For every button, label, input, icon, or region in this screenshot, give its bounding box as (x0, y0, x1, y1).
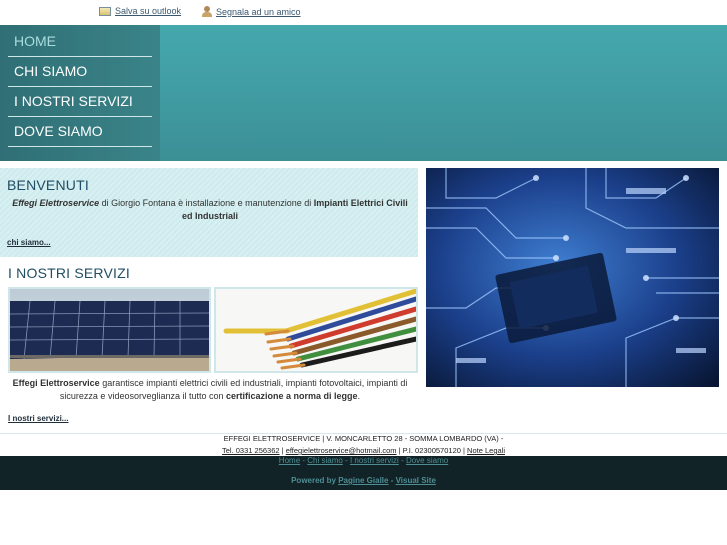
servizi-link[interactable]: I nostri servizi... (8, 414, 68, 423)
footer-tel-link[interactable]: Tel. 0331 256362 (222, 446, 280, 455)
welcome-title: BENVENUTI (7, 177, 89, 193)
save-outlook-label: Salva su outlook (115, 6, 182, 16)
main-nav: HOME CHI SIAMO I NOSTRI SERVIZI DOVE SIA… (0, 25, 160, 161)
footer-powered: Powered by Pagine Gialle - Visual Site (0, 476, 727, 485)
services-company: Effegi Elettroservice (12, 378, 100, 388)
footer-nav: Home - Chi siamo - I nostri servizi - Do… (0, 456, 727, 465)
tell-a-friend-link[interactable]: Segnala ad un amico (202, 6, 301, 17)
friend-icon (202, 6, 212, 17)
services-title: I NOSTRI SERVIZI (8, 265, 130, 281)
footer-address: EFFEGI ELETTROSERVICE | V. MONCARLETTO 2… (223, 434, 504, 443)
footer-link-home[interactable]: Home (279, 456, 300, 465)
save-outlook-link[interactable]: Salva su outlook (99, 6, 181, 16)
footer-email-link[interactable]: effegielettroservice@hotmail.com (286, 446, 397, 455)
services-text-2: . (357, 391, 361, 401)
welcome-text: Effegi Elettroservice di Giorgio Fontana… (10, 197, 410, 223)
footer-legal-link[interactable]: Note Legali (467, 446, 505, 455)
nav-item-home[interactable]: HOME (8, 27, 152, 57)
footer-piva: | P.I. 02300570120 | (396, 446, 468, 455)
services-bold: certificazione a norma di legge (226, 391, 358, 401)
footer-link-sep: - (342, 456, 350, 465)
electric-cables-image (214, 287, 418, 373)
visual-site-link[interactable]: Visual Site (396, 476, 436, 485)
powered-prefix: Powered by (291, 476, 339, 485)
footer-info: EFFEGI ELETTROSERVICE | V. MONCARLETTO 2… (0, 433, 727, 457)
circuit-board-image (426, 168, 719, 387)
powered-sep: - (388, 476, 396, 485)
footer-link-dove-siamo[interactable]: Dove siamo (406, 456, 448, 465)
nav-item-servizi[interactable]: I NOSTRI SERVIZI (8, 87, 152, 117)
nav-item-dove-siamo[interactable]: DOVE SIAMO (8, 117, 152, 147)
footer-link-sep: - (398, 456, 406, 465)
services-text: Effegi Elettroservice garantisce impiant… (6, 377, 414, 403)
solar-panels-image (8, 287, 211, 373)
footer-link-servizi[interactable]: I nostri servizi (350, 456, 399, 465)
pagine-gialle-link[interactable]: Pagine Gialle (338, 476, 388, 485)
welcome-text-1: di Giorgio Fontana è installazione e man… (99, 198, 314, 208)
outlook-icon (99, 6, 111, 16)
tell-a-friend-label: Segnala ad un amico (216, 6, 301, 17)
welcome-company: Effegi Elettroservice (12, 198, 100, 208)
nav-item-chi-siamo[interactable]: CHI SIAMO (8, 57, 152, 87)
chi-siamo-link[interactable]: chi siamo... (7, 238, 51, 247)
footer-link-chi-siamo[interactable]: Chi siamo (307, 456, 343, 465)
